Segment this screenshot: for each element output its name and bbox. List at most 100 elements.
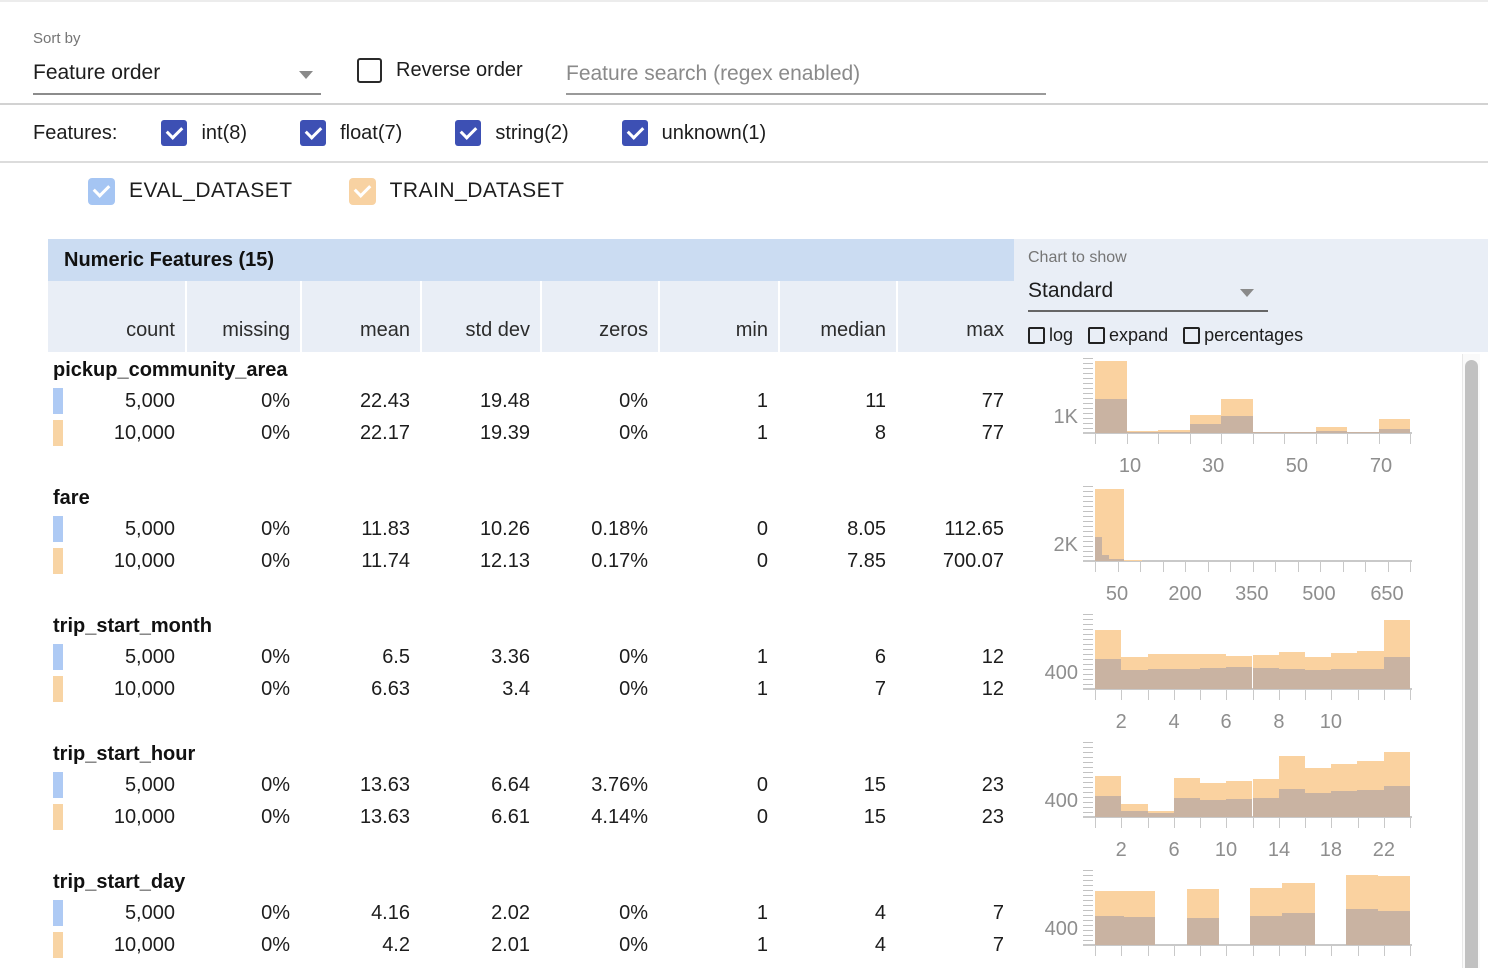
percentages-checkbox[interactable] xyxy=(1183,327,1200,344)
stat-std-dev: 3.4 xyxy=(420,678,540,701)
x-axis-tick xyxy=(1121,690,1122,700)
eval-histogram-bar xyxy=(1148,813,1174,817)
stat-min: 0 xyxy=(658,774,778,797)
chart-type-select[interactable]: Standard xyxy=(1028,275,1268,312)
eval-histogram-bar xyxy=(1102,555,1109,561)
checked-checkbox-icon[interactable] xyxy=(622,120,648,146)
search-input[interactable] xyxy=(566,54,1046,95)
stat-zeros: 0% xyxy=(540,646,658,669)
x-axis-tick xyxy=(1226,946,1227,956)
stats-row-train_dataset: 10,0000%4.22.010%147 xyxy=(48,929,1014,961)
eval-histogram-bar xyxy=(1378,911,1410,945)
x-axis-tick xyxy=(1347,434,1348,444)
x-axis-tick xyxy=(1253,818,1254,828)
checked-checkbox-icon[interactable] xyxy=(88,178,115,205)
column-header-count: count xyxy=(48,281,185,352)
expand-checkbox[interactable] xyxy=(1088,327,1105,344)
column-header-min: min xyxy=(658,281,778,352)
stat-std-dev: 6.64 xyxy=(420,774,540,797)
feature-type-filter-int[interactable]: int(8) xyxy=(161,120,247,146)
x-axis-tick xyxy=(1279,818,1280,828)
stat-missing: 0% xyxy=(185,550,300,573)
feature-block-trip_start_hour: trip_start_hour5,0000%13.636.643.76%0152… xyxy=(48,736,1480,864)
feature-type-filter-unknown[interactable]: unknown(1) xyxy=(622,120,767,146)
stats-row-train_dataset: 10,0000%13.636.614.14%01523 xyxy=(48,801,1014,833)
checked-checkbox-icon[interactable] xyxy=(455,120,481,146)
stat-median: 8.05 xyxy=(778,518,896,541)
stat-median: 4 xyxy=(778,902,896,925)
chart-option-expand[interactable]: expand xyxy=(1088,325,1168,346)
stat-zeros: 0.18% xyxy=(540,518,658,541)
stat-std-dev: 2.01 xyxy=(420,934,540,957)
x-axis-tick xyxy=(1253,946,1254,956)
vertical-scrollbar-thumb[interactable] xyxy=(1465,360,1478,968)
eval-histogram-bar xyxy=(1124,917,1155,945)
column-header-mean: mean xyxy=(300,281,420,352)
stat-zeros: 0% xyxy=(540,934,658,957)
x-axis-tick xyxy=(1343,562,1344,572)
chart-option-percentages[interactable]: percentages xyxy=(1183,325,1303,346)
x-axis-tick xyxy=(1095,818,1096,828)
eval-histogram-bar xyxy=(1357,669,1383,689)
stat-median: 7.85 xyxy=(778,550,896,573)
stat-median: 8 xyxy=(778,422,896,445)
vertical-scrollbar-track[interactable] xyxy=(1462,354,1480,968)
train_dataset-legend-swatch xyxy=(53,804,63,830)
eval-histogram-bar xyxy=(1331,669,1357,689)
dataset-toggle-train_dataset[interactable]: TRAIN_DATASET xyxy=(349,178,593,205)
stats-row-eval_dataset: 5,0000%6.53.360%1612 xyxy=(48,641,1014,673)
eval-histogram-bar xyxy=(1253,668,1279,689)
feature-type-filter-float[interactable]: float(7) xyxy=(300,120,402,146)
feature-type-filter-string[interactable]: string(2) xyxy=(455,120,568,146)
eval-histogram-bar xyxy=(1200,668,1226,689)
stat-mean: 11.83 xyxy=(300,518,420,541)
stat-std-dev: 2.02 xyxy=(420,902,540,925)
stat-min: 0 xyxy=(658,518,778,541)
stat-min: 1 xyxy=(658,422,778,445)
x-axis-tick xyxy=(1320,562,1321,572)
stat-count: 10,000 xyxy=(48,550,185,573)
feature-search xyxy=(566,54,1046,95)
eval-histogram-bar xyxy=(1158,432,1190,433)
dataset-toggle-eval_dataset[interactable]: EVAL_DATASET xyxy=(88,178,321,205)
reverse-order-checkbox[interactable] xyxy=(357,58,382,83)
x-axis-tick xyxy=(1221,434,1222,444)
stat-max: 12 xyxy=(896,678,1014,701)
table-title: Numeric Features (15) xyxy=(64,249,274,272)
train-histogram-bar xyxy=(1124,560,1142,561)
sort-by-select[interactable]: Feature order xyxy=(33,57,321,95)
checked-checkbox-icon[interactable] xyxy=(300,120,326,146)
log-checkbox[interactable] xyxy=(1028,327,1045,344)
x-axis-tick xyxy=(1305,818,1306,828)
column-header-median: median xyxy=(778,281,896,352)
x-axis-tick xyxy=(1253,562,1254,572)
feature-block-trip_start_day: trip_start_day5,0000%4.162.020%14710,000… xyxy=(48,864,1480,968)
reverse-order-toggle[interactable]: Reverse order xyxy=(357,58,523,83)
eval-histogram-bar xyxy=(1284,432,1316,433)
x-axis-tick xyxy=(1305,690,1306,700)
checked-checkbox-icon[interactable] xyxy=(161,120,187,146)
x-axis-tick xyxy=(1384,946,1385,956)
x-axis-tick-label: 50 xyxy=(1262,455,1332,478)
eval-histogram-bar xyxy=(1174,798,1200,817)
stat-median: 4 xyxy=(778,934,896,957)
stat-min: 0 xyxy=(658,550,778,573)
chart-option-log[interactable]: log xyxy=(1028,325,1073,346)
stat-std-dev: 6.61 xyxy=(420,806,540,829)
chevron-down-icon xyxy=(1240,289,1254,297)
stat-std-dev: 19.39 xyxy=(420,422,540,445)
x-axis-tick xyxy=(1121,818,1122,828)
eval-histogram-bar xyxy=(1305,670,1331,689)
stat-mean: 6.5 xyxy=(300,646,420,669)
checked-checkbox-icon[interactable] xyxy=(349,178,376,205)
eval-histogram-bar xyxy=(1127,432,1159,433)
eval-histogram-bar xyxy=(1253,798,1279,817)
x-axis-tick xyxy=(1316,434,1317,444)
x-axis-tick xyxy=(1279,690,1280,700)
sort-by-label: Sort by xyxy=(33,30,81,47)
stat-missing: 0% xyxy=(185,518,300,541)
filters-divider xyxy=(0,161,1488,163)
facets-overview-app: Sort by Feature order Reverse order Feat… xyxy=(0,0,1488,968)
x-axis-tick xyxy=(1158,434,1159,444)
stat-mean: 6.63 xyxy=(300,678,420,701)
